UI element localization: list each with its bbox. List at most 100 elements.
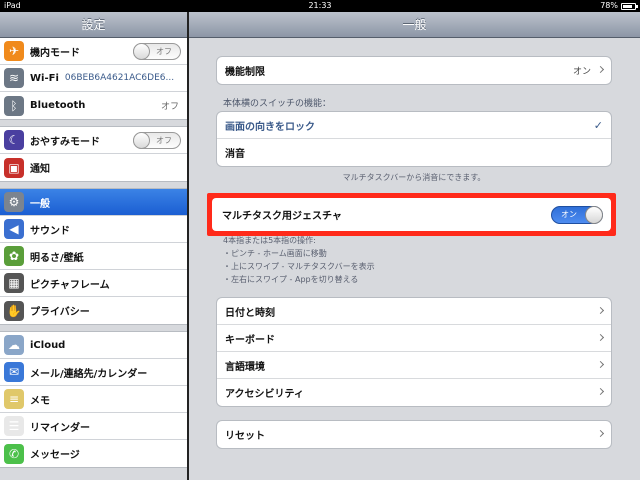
bluetooth-icon: ᛒ: [4, 95, 24, 116]
picture-frame-icon: ▦: [4, 273, 24, 293]
sidebar-item[interactable]: ☁ iCloud: [0, 332, 187, 359]
moon-icon: ☾: [4, 130, 24, 150]
sidebar-item-label: ピクチャフレーム: [30, 279, 110, 291]
switch-knob: [133, 132, 150, 149]
sidebar-item[interactable]: ▦ ピクチャフレーム: [0, 270, 187, 297]
multitask-highlight: マルチタスク用ジェスチャ オン: [207, 193, 616, 236]
date-time-label: 日付と時刻: [225, 307, 275, 319]
sidebar-item[interactable]: ⚙ 一般: [0, 189, 187, 216]
switch-state-label: オン: [561, 210, 577, 219]
restrictions-row[interactable]: 機能制限 オン: [217, 57, 611, 84]
sidebar-item[interactable]: ᛒ Bluetooth オフ: [0, 92, 187, 119]
reset-row[interactable]: リセット: [217, 421, 611, 448]
sidebar-item[interactable]: ✉ メール/連絡先/カレンダー: [0, 359, 187, 386]
toggle-switch[interactable]: オフ: [133, 132, 181, 149]
sidebar-item-label: プライバシー: [30, 307, 90, 318]
chevron-right-icon: [596, 333, 605, 342]
sidebar-item[interactable]: ◀ サウンド: [0, 216, 187, 243]
sidebar-item-label: おやすみモード: [30, 136, 100, 148]
sidebar-item-label: 機内モード: [30, 47, 80, 59]
language-row[interactable]: 言語環境: [217, 352, 611, 379]
airplane-icon: ✈: [4, 41, 24, 61]
cloud-icon: ☁: [4, 335, 24, 355]
sidebar-item[interactable]: ✋ プライバシー: [0, 297, 187, 324]
switch-knob: [585, 206, 603, 224]
checkmark-icon: ✓: [593, 118, 603, 132]
rotation-lock-option[interactable]: 画面の向きをロック ✓: [217, 112, 611, 139]
reset-label: リセット: [225, 431, 265, 442]
sidebar-item[interactable]: ✆ メッセージ: [0, 440, 187, 467]
sidebar-item[interactable]: ✿ 明るさ/壁紙: [0, 243, 187, 270]
multitask-gesture-label: マルチタスク用ジェスチャ: [222, 211, 342, 222]
switch-state-label: オフ: [156, 136, 172, 145]
switch-state-label: オフ: [156, 47, 172, 56]
general-panel: 一般 機能制限 オン 本体横のスイッチの機能： 画面の向きをロック ✓ 消音 マ…: [189, 12, 640, 480]
sidebar-item-label: 一般: [30, 198, 50, 210]
chevron-right-icon: [596, 387, 605, 396]
hand-icon: ✋: [4, 300, 24, 321]
accessibility-row[interactable]: アクセシビリティ: [217, 379, 611, 406]
sidebar-title: 設定: [0, 12, 187, 38]
date-time-row[interactable]: 日付と時刻: [217, 298, 611, 325]
gear-icon: ⚙: [4, 192, 24, 212]
sidebar-item[interactable]: ≡ メモ: [0, 386, 187, 413]
sidebar-item[interactable]: ☾ おやすみモード オフ: [0, 127, 187, 154]
datetime-group: 日付と時刻 キーボード 言語環境 アクセシビリティ: [216, 297, 612, 407]
sidebar-item[interactable]: ≋ Wi-Fi 06BEB6A4621AC6DE6...: [0, 65, 187, 92]
gesture-help: 4本指または5本指の操作: ・ピンチ - ホーム画面に移動 ・上にスワイプ - …: [223, 234, 375, 286]
chevron-right-icon: [596, 429, 605, 438]
reminders-icon: ☰: [4, 416, 24, 436]
sidebar-item-value: オフ: [160, 102, 179, 112]
restrictions-group: 機能制限 オン: [216, 56, 612, 85]
rotation-lock-label: 画面の向きをロック: [225, 121, 315, 133]
chevron-right-icon: [596, 360, 605, 369]
mail-icon: ✉: [4, 362, 24, 382]
sidebar-item-label: iCloud: [30, 339, 66, 351]
help-line: ・ピンチ - ホーム画面に移動: [223, 249, 327, 258]
sidebar-item-label: サウンド: [30, 225, 70, 237]
language-label: 言語環境: [225, 361, 265, 373]
sidebar-item-label: 明るさ/壁紙: [30, 252, 84, 264]
sidebar-group: ☁ iCloud ✉ メール/連絡先/カレンダー ≡ メモ ☰ リマインダー ✆ メッセージ: [0, 331, 187, 468]
sidebar-group: ⚙ 一般 ◀ サウンド ✿ 明るさ/壁紙 ▦ ピクチャフレーム ✋ プライバシー: [0, 188, 187, 325]
notification-icon: ▣: [4, 157, 24, 178]
speaker-icon: ◀: [4, 219, 24, 239]
side-switch-title: 本体横のスイッチの機能：: [223, 99, 332, 109]
sidebar-group: ☾ おやすみモード オフ ▣ 通知: [0, 126, 187, 182]
restrictions-label: 機能制限: [225, 67, 265, 78]
help-line: ・上にスワイプ - マルチタスクバーを表示: [223, 262, 375, 271]
page-title: 一般: [189, 12, 640, 38]
sidebar-item-label: メモ: [30, 395, 50, 407]
sidebar-item[interactable]: ☰ リマインダー: [0, 413, 187, 440]
multitask-gesture-switch[interactable]: オン: [551, 206, 603, 224]
sidebar-group: ✈ 機内モード オフ ≋ Wi-Fi 06BEB6A4621AC6DE6... ᛒ Bluet…: [0, 38, 187, 120]
mute-option[interactable]: 消音: [217, 139, 611, 166]
help-line: ・左右にスワイプ - Appを切り替える: [223, 275, 359, 284]
keyboard-row[interactable]: キーボード: [217, 325, 611, 352]
chevron-right-icon: [596, 306, 605, 315]
restrictions-value: オン: [572, 67, 591, 77]
wifi-icon: ≋: [4, 68, 24, 88]
sidebar-item[interactable]: ▣ 通知: [0, 154, 187, 181]
keyboard-label: キーボード: [225, 334, 275, 346]
sidebar-item-label: メール/連絡先/カレンダー: [30, 368, 148, 380]
settings-sidebar: 設定 ✈ 機内モード オフ ≋ Wi-Fi 06BEB6A4621AC6DE6... ᛒ Bl…: [0, 12, 187, 480]
toggle-switch[interactable]: オフ: [133, 43, 181, 60]
battery-icon: [621, 3, 638, 10]
reset-group: リセット: [216, 420, 612, 449]
status-bar: iPad 21:33 78%: [0, 0, 640, 12]
sidebar-item-label: リマインダー: [30, 422, 90, 434]
sidebar-item-label: メッセージ: [30, 450, 80, 461]
side-switch-footer: マルチタスクバーから消音にできます。: [342, 173, 486, 182]
flower-icon: ✿: [4, 246, 24, 266]
sidebar-item-label: Bluetooth: [30, 100, 86, 111]
mute-label: 消音: [225, 149, 245, 160]
messages-icon: ✆: [4, 443, 24, 464]
switch-knob: [133, 43, 150, 60]
status-time: 21:33: [308, 1, 332, 10]
sidebar-item[interactable]: ✈ 機内モード オフ: [0, 38, 187, 65]
battery-percent: 78%: [600, 1, 618, 10]
sidebar-item-label: 通知: [30, 164, 50, 175]
notes-icon: ≡: [4, 389, 24, 409]
chevron-right-icon: [596, 65, 605, 74]
